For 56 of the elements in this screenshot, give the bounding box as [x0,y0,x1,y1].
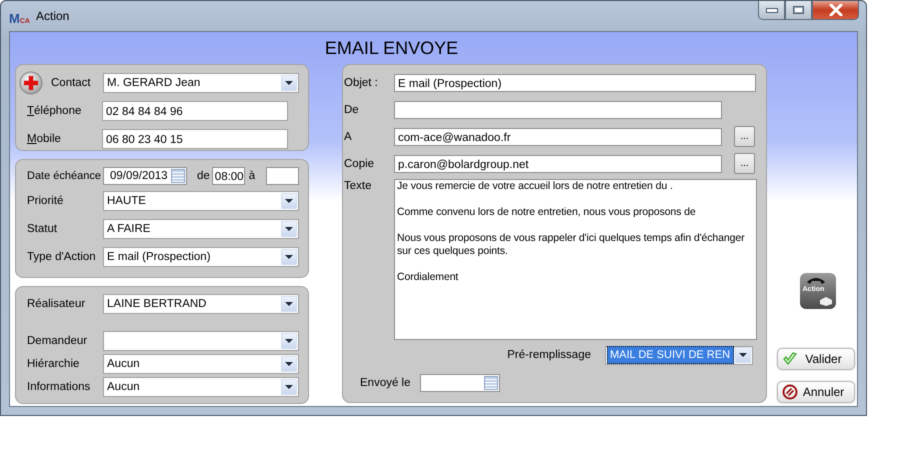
maximize-button[interactable] [785,1,812,20]
dropdown[interactable]: Aucun [103,354,299,374]
field-label: Téléphone [26,105,82,117]
field-label: Priorité [27,195,64,207]
input-field[interactable]: 06 80 23 40 15 [102,129,288,149]
field-label: Mobile [26,133,62,145]
dropdown[interactable]: E mail (Prospection) [103,247,299,267]
dialog-button[interactable]: Annuler [776,381,854,403]
browse-button[interactable]: ... [734,153,755,174]
message-field[interactable]: Je vous remercie de votre accueil lors de notre entretien du . Comme convenu lors de notre entretien, nous vous proposons de Nous vous proposons de vous rappeler d'ici quelques temps afin d'échanger sur ces quelques points. Cordialement [394,179,757,340]
window-title: Action [36,9,70,23]
field-label: Copie [344,158,376,170]
dropdown[interactable]: Aucun [103,376,299,396]
dropdown[interactable] [103,330,299,350]
input-field[interactable]: p.caron@bolardgroup.net [394,154,722,172]
check-icon [782,351,798,367]
minimize-button[interactable] [758,1,785,20]
field-label: De [344,104,360,116]
form-heading: EMAIL ENVOYE [324,37,460,60]
contact-dropdown[interactable]: M. GERARD Jean [103,73,299,93]
field-label: Pré-remplissage [507,349,591,361]
calendar-icon[interactable] [171,169,185,183]
field-label: Type d'Action [27,251,97,263]
field-label: A [344,130,353,142]
field-label: Statut [27,223,58,235]
dropdown[interactable]: LAINE BERTRAND [103,294,299,314]
browse-button[interactable]: ... [734,126,755,147]
prefill-dropdown[interactable]: MAIL DE SUIVI DE REN [605,346,753,364]
dropdown[interactable]: A FAIRE [103,219,299,239]
field-label: Texte [344,179,372,194]
cancel-icon [782,384,798,400]
field-label: Hiérarchie [27,358,80,370]
time-field[interactable]: 08:00 [212,167,245,185]
time-field[interactable] [266,167,299,185]
field-label: Demandeur [27,334,88,346]
field-label: à [248,170,256,182]
field-label: Réalisateur [27,298,86,310]
input-field[interactable]: E mail (Prospection) [394,74,756,92]
box-icon [818,296,832,306]
field-label: de [197,170,210,182]
field-label: Contact [51,77,92,89]
field-label: Informations [27,380,92,392]
input-field[interactable]: 02 84 84 84 96 [102,101,288,121]
close-icon [828,4,842,16]
field-label: Envoyé le [360,377,412,389]
dropdown[interactable]: HAUTE [103,191,299,211]
input-field[interactable]: com-ace@wanadoo.fr [394,128,722,146]
date-field[interactable] [420,374,500,392]
field-label: Date échéance [27,170,101,182]
add-contact-icon[interactable] [19,71,43,95]
calendar-icon[interactable] [484,376,498,390]
field-label: Objet : [344,76,379,88]
close-button[interactable] [812,1,859,20]
date-field[interactable]: 09/09/2013 [103,167,187,185]
input-field[interactable] [394,100,722,118]
dialog-button[interactable]: Valider [776,348,854,370]
